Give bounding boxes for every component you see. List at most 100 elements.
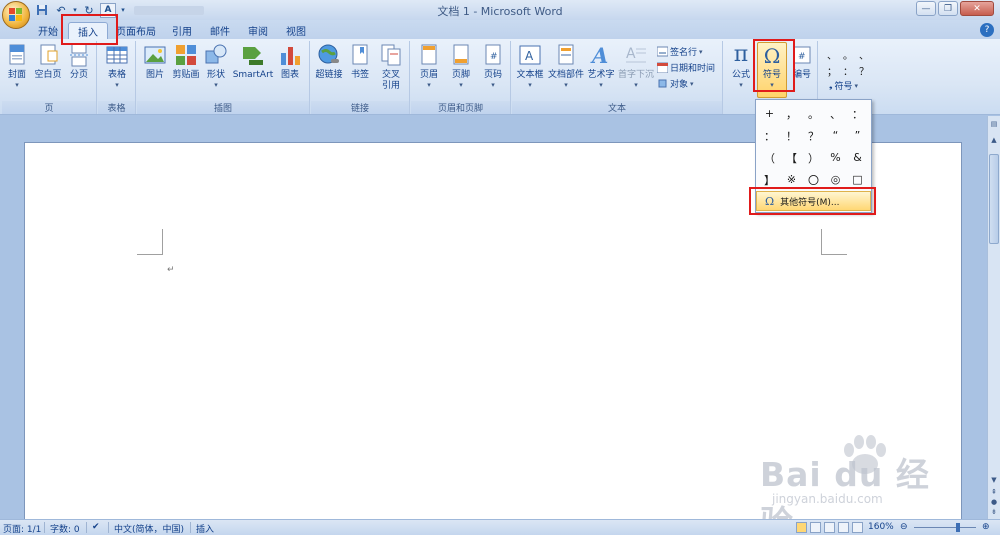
symbol-bullet-icon: ❟ [829, 80, 833, 91]
special-char[interactable]: ？ [859, 63, 875, 79]
status-insert-mode[interactable]: 插入 [196, 522, 214, 535]
tab-mailings[interactable]: 邮件 [206, 22, 234, 39]
status-word-count[interactable]: 字数: 0 [50, 522, 80, 535]
zoom-slider-thumb[interactable] [956, 523, 960, 532]
symbol-cell[interactable]: 【 [781, 147, 802, 168]
smartart-button[interactable]: SmartArt [233, 43, 273, 81]
cover-page-button[interactable]: 封面 ▾ [3, 43, 31, 89]
blank-page-button[interactable]: 空白页 [33, 43, 63, 81]
special-chars-grid: 、 。 、 ； ： ？ [827, 47, 875, 79]
quick-parts-button[interactable]: 文档部件 ▾ [548, 43, 584, 89]
scrollbar-thumb[interactable] [989, 154, 999, 244]
special-char[interactable]: 、 [859, 47, 875, 63]
cross-reference-button[interactable]: 交叉 引用 [377, 43, 405, 92]
zoom-in-icon[interactable]: ⊕ [982, 522, 990, 532]
tab-home[interactable]: 开始 [32, 22, 64, 39]
print-layout-view-icon[interactable] [796, 522, 807, 533]
page-break-button[interactable]: 分页 [65, 43, 93, 81]
tab-references[interactable]: 引用 [168, 22, 196, 39]
draft-view-icon[interactable] [852, 522, 863, 533]
chevron-down-icon: ▾ [739, 81, 743, 89]
status-separator [108, 522, 109, 533]
bookmark-button[interactable]: 书签 [347, 43, 373, 81]
chart-button[interactable]: 图表 [277, 43, 303, 81]
tab-view[interactable]: 视图 [282, 22, 310, 39]
symbol-cell[interactable]: + [759, 103, 780, 124]
clip-art-button[interactable]: 剪贴画 [171, 43, 201, 81]
outline-view-icon[interactable] [838, 522, 849, 533]
restore-button[interactable]: ❐ [938, 1, 958, 16]
chevron-down-icon: ▾ [15, 81, 19, 89]
browse-object-icon[interactable]: ● [989, 498, 999, 508]
special-char[interactable]: ： [843, 63, 859, 79]
minimize-button[interactable]: — [916, 1, 936, 16]
proofing-icon[interactable]: ✔ [92, 522, 100, 532]
vertical-scrollbar[interactable]: ▤ ▲ ▼ ⇞ ● ⇟ [987, 116, 1000, 519]
symbol-cell[interactable]: （ [759, 147, 780, 168]
scroll-up-icon[interactable]: ▲ [989, 136, 999, 146]
special-char[interactable]: 。 [843, 47, 859, 63]
full-screen-view-icon[interactable] [810, 522, 821, 533]
zoom-level[interactable]: 160% [868, 522, 894, 532]
chevron-down-icon: ▾ [459, 81, 463, 89]
tab-page-layout[interactable]: 页面布局 [114, 22, 158, 39]
symbol-cell[interactable]: ： [847, 103, 868, 124]
footer-button[interactable]: 页脚 ▾ [447, 43, 475, 89]
symbol-cell[interactable]: ！ [781, 125, 802, 146]
group-label-links: 链接 [311, 101, 409, 114]
footer-icon [449, 43, 473, 67]
blank-page-icon [36, 43, 60, 67]
picture-button[interactable]: 图片 [143, 43, 167, 81]
wordart-button[interactable]: A 艺术字 ▾ [586, 43, 616, 89]
ruler-toggle-icon[interactable]: ▤ [989, 120, 999, 130]
pi-icon: π [733, 42, 749, 67]
symbol-cell[interactable]: 。 [803, 103, 824, 124]
special-symbol-button[interactable]: ❟ 符号 ▾ [829, 79, 858, 93]
hyperlink-button[interactable]: 超链接 [314, 43, 344, 81]
svg-text:A: A [525, 49, 534, 63]
table-button[interactable]: 表格 ▾ [102, 43, 132, 89]
symbol-cell[interactable]: “ [825, 125, 846, 146]
signature-line-button[interactable]: 签名行 ▾ [657, 45, 703, 58]
next-page-icon[interactable]: ⇟ [989, 508, 999, 518]
symbol-cell[interactable]: ） [803, 147, 824, 168]
text-box-button[interactable]: A 文本框 ▾ [514, 43, 546, 89]
zoom-slider[interactable] [914, 527, 976, 528]
shapes-button[interactable]: 形状 ▾ [203, 43, 229, 89]
margin-corner-top-right [821, 229, 847, 255]
symbol-cell[interactable]: 、 [825, 103, 846, 124]
close-button[interactable]: ✕ [960, 1, 994, 16]
symbol-cell[interactable]: ” [847, 125, 868, 146]
status-separator [44, 522, 45, 533]
special-char[interactable]: 、 [827, 47, 843, 63]
object-icon [658, 79, 667, 88]
equation-button[interactable]: π 公式 ▾ [727, 42, 755, 90]
office-button[interactable] [2, 1, 30, 29]
zoom-out-icon[interactable]: ⊖ [900, 522, 908, 532]
group-header-footer: 页眉 ▾ 页脚 ▾ # 页码 ▾ 页眉和页脚 [411, 41, 511, 114]
ribbon-tabs: 开始 插入 页面布局 引用 邮件 审阅 视图 ? [0, 20, 1000, 39]
help-icon[interactable]: ? [980, 23, 994, 37]
symbol-cell[interactable]: & [847, 147, 868, 168]
symbol-cell[interactable]: ， [781, 103, 802, 124]
symbol-cell[interactable]: ： [759, 125, 780, 146]
date-time-button[interactable]: 日期和时间 [657, 61, 715, 74]
symbol-cell[interactable]: % [825, 147, 846, 168]
clip-art-icon [174, 43, 198, 67]
drop-cap-button[interactable]: A 首字下沉 ▾ [617, 43, 655, 89]
special-char[interactable]: ； [827, 63, 843, 79]
chevron-down-icon: ▾ [690, 79, 694, 88]
scroll-down-icon[interactable]: ▼ [989, 476, 999, 486]
status-language[interactable]: 中文(简体，中国) [114, 522, 184, 535]
status-separator [86, 522, 87, 533]
svg-text:#: # [798, 52, 806, 62]
page-number-button[interactable]: # 页码 ▾ [479, 43, 507, 89]
previous-page-icon[interactable]: ⇞ [989, 488, 999, 498]
header-button[interactable]: 页眉 ▾ [415, 43, 443, 89]
object-button[interactable]: 对象 ▾ [657, 77, 694, 90]
tab-review[interactable]: 审阅 [244, 22, 272, 39]
web-layout-view-icon[interactable] [824, 522, 835, 533]
page-number-icon: # [481, 43, 505, 67]
symbol-cell[interactable]: ？ [803, 125, 824, 146]
status-page[interactable]: 页面: 1/1 [3, 522, 41, 535]
